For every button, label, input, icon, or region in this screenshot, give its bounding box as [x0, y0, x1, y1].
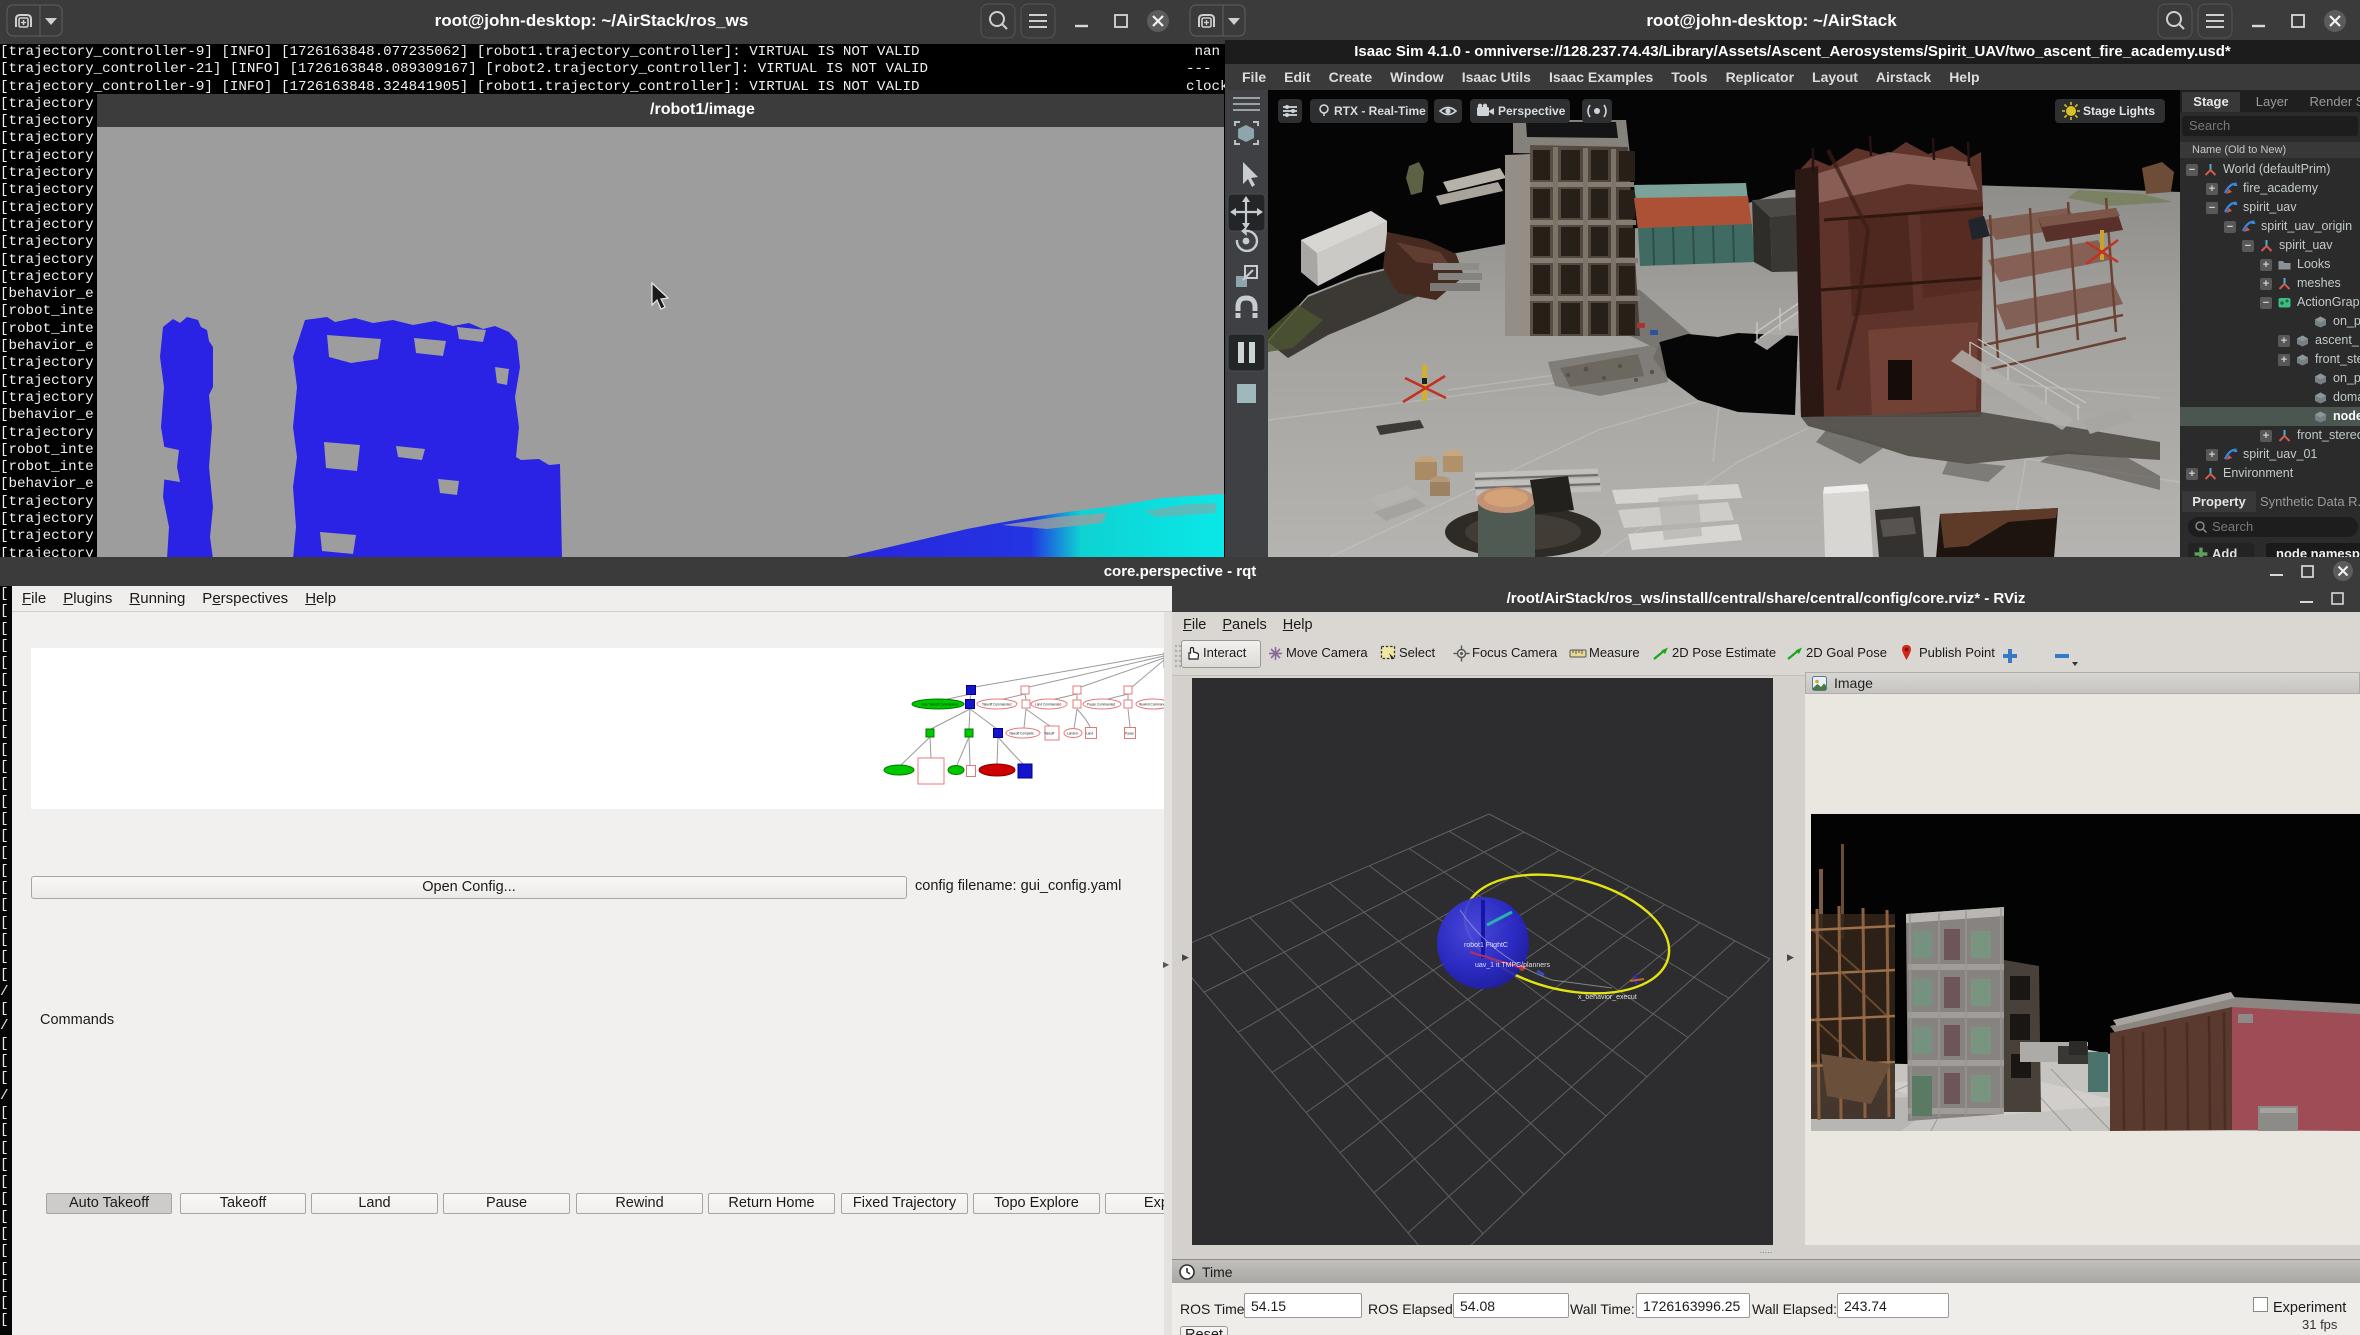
- svg-text:Rewind Command: Rewind Command: [1139, 703, 1164, 707]
- svg-text:Auto Takeoff Commanded: Auto Takeoff Commanded: [921, 703, 958, 707]
- svg-text:Land: Land: [1086, 732, 1093, 736]
- svg-text:Land Commanded: Land Commanded: [1035, 703, 1061, 707]
- svg-text:uav_1 it TMPC/planners: uav_1 it TMPC/planners: [1475, 962, 1550, 969]
- svg-text:Takeoff Complete: Takeoff Complete: [1009, 732, 1034, 736]
- svg-text:Landed: Landed: [1067, 732, 1078, 736]
- svg-text:x_behavior_execut: x_behavior_execut: [1578, 994, 1637, 1001]
- svg-text:Pause: Pause: [1125, 732, 1134, 736]
- svg-text:Takeoff Commanded: Takeoff Commanded: [982, 703, 1012, 707]
- svg-text:Takeoff: Takeoff: [1044, 732, 1054, 736]
- svg-text:Pause Commanded: Pause Commanded: [1087, 703, 1115, 707]
- svg-text:robot1 FlightC: robot1 FlightC: [1464, 942, 1508, 949]
